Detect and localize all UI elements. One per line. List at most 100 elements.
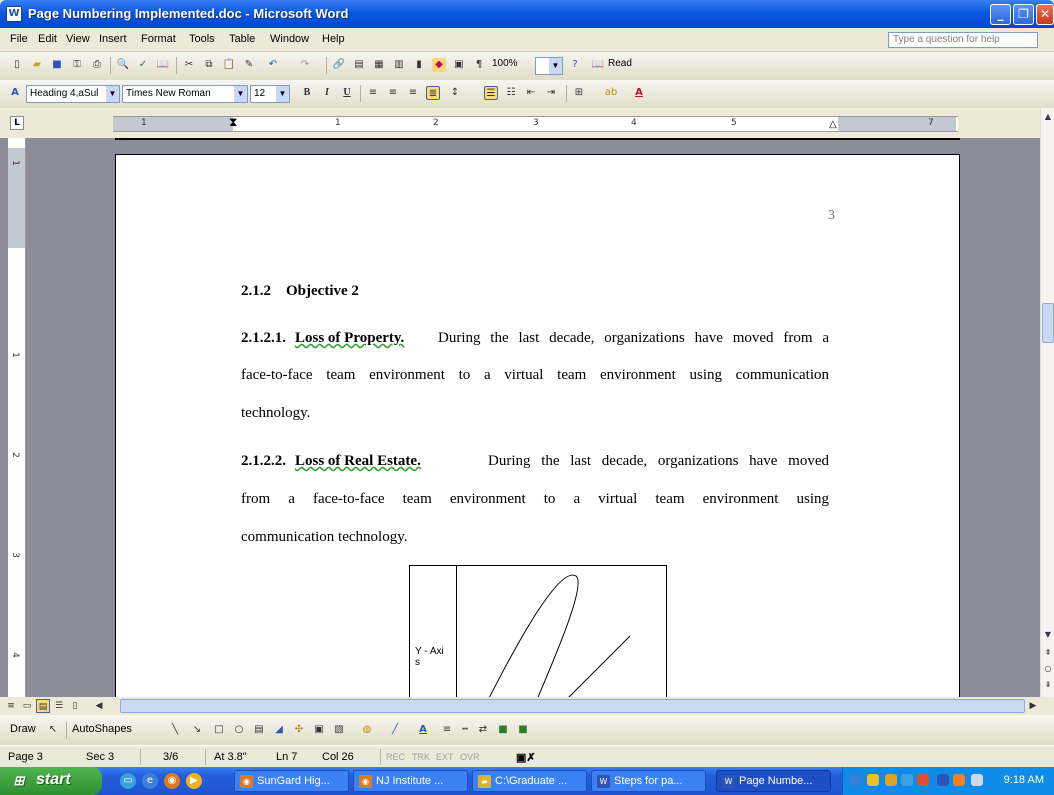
font-color-icon[interactable]: A [416, 723, 430, 737]
status-ext[interactable]: EXT [436, 752, 454, 762]
decrease-indent-icon[interactable]: ⇤ [524, 86, 538, 100]
menu-help[interactable]: Help [322, 33, 345, 45]
hyperlink-icon[interactable]: 🔗 [332, 58, 346, 72]
taskbar-item[interactable]: ▰ C:\Graduate ... [472, 770, 587, 792]
menu-insert[interactable]: Insert [99, 33, 127, 45]
document-page[interactable]: 3 2.1.2 Objective 2 2.1.2.1. Loss of Pro… [115, 154, 960, 697]
highlight-icon[interactable]: ab [604, 86, 618, 100]
network-icon[interactable] [901, 774, 913, 786]
reading-layout-icon[interactable]: ▯ [68, 699, 82, 713]
new-document-icon[interactable]: ▯ [10, 58, 24, 72]
menu-window[interactable]: Window [270, 33, 309, 45]
print-icon[interactable]: ⎙ [90, 58, 104, 72]
minimize-button[interactable]: _ [990, 4, 1011, 25]
insert-table-icon[interactable]: ▦ [372, 58, 386, 72]
browse-object-icon[interactable]: ○ [1042, 662, 1054, 676]
copy-icon[interactable]: ⧉ [202, 58, 216, 72]
open-folder-icon[interactable]: ▰ [30, 58, 44, 72]
embedded-chart[interactable]: Y - Axi s [409, 565, 667, 697]
research-icon[interactable]: 📖 [156, 58, 170, 72]
web-layout-icon[interactable]: ▭ [20, 699, 34, 713]
next-page-icon[interactable]: ⇟ [1042, 678, 1054, 692]
wordart-icon[interactable]: ◢ [272, 723, 286, 737]
align-right-icon[interactable]: ≡ [406, 86, 420, 100]
tables-borders-icon[interactable]: ▤ [352, 58, 366, 72]
display-icon[interactable] [971, 774, 983, 786]
previous-page-icon[interactable]: ⇞ [1042, 646, 1054, 660]
menu-edit[interactable]: Edit [38, 33, 57, 45]
close-button[interactable]: ✕ [1036, 4, 1054, 25]
status-trk[interactable]: TRK [412, 752, 430, 762]
menu-tools[interactable]: Tools [189, 33, 215, 45]
antivirus-icon[interactable] [885, 774, 897, 786]
tray-collapse-icon[interactable] [849, 774, 861, 786]
phone-icon[interactable] [937, 774, 949, 786]
fill-color-icon[interactable]: ◍ [360, 723, 374, 737]
font-combo[interactable]: Times New Roman ▼ [122, 85, 248, 103]
zoom-combo[interactable]: ▼ [535, 57, 563, 75]
permission-icon[interactable]: ⚿ [70, 58, 84, 72]
title-bar[interactable]: W Page Numbering Implemented.doc - Micro… [0, 0, 1054, 28]
spelling-status-icon[interactable]: ▣✗ [516, 751, 536, 764]
undo-icon[interactable]: ↶ [266, 58, 280, 72]
shadow-style-icon[interactable]: ■ [496, 723, 510, 737]
italic-button[interactable]: I [320, 86, 334, 100]
menu-table[interactable]: Table [229, 33, 255, 45]
style-combo[interactable]: Heading 4,aSul ▼ [26, 85, 120, 103]
vertical-scrollbar[interactable]: ▲ ▼ ⇞ ○ ⇟ [1040, 108, 1054, 697]
messenger-icon[interactable] [917, 774, 929, 786]
redo-icon[interactable]: ↷ [298, 58, 312, 72]
scroll-up-icon[interactable]: ▲ [1042, 110, 1054, 124]
cut-icon[interactable]: ✂ [182, 58, 196, 72]
taskbar-item[interactable]: ◉ SunGard Hig... [234, 770, 349, 792]
drawing-icon[interactable]: ◆ [432, 58, 446, 72]
styles-pane-icon[interactable]: A [8, 86, 22, 100]
scroll-down-icon[interactable]: ▼ [1042, 628, 1054, 642]
line-spacing-icon[interactable]: ↕ [448, 86, 462, 100]
show-desktop-icon[interactable]: ▭ [120, 773, 136, 789]
autoshapes-menu-button[interactable]: AutoShapes [72, 723, 132, 735]
scroll-thumb[interactable] [1042, 303, 1054, 343]
diagram-icon[interactable]: ✣ [292, 723, 306, 737]
media-player-icon[interactable]: ▶ [186, 773, 202, 789]
help-search-input[interactable]: Type a question for help [888, 32, 1038, 48]
right-indent-marker-icon[interactable]: △ [829, 119, 837, 130]
indent-marker-icon[interactable]: ⧗ [229, 115, 237, 130]
document-map-icon[interactable]: ▣ [452, 58, 466, 72]
start-button[interactable]: ⊞ start [0, 767, 102, 795]
line-color-icon[interactable]: ╱ [388, 723, 402, 737]
print-preview-icon[interactable]: 🔍 [116, 58, 130, 72]
bullets-icon[interactable]: ☷ [504, 86, 518, 100]
numbering-icon[interactable]: ☰ [484, 86, 498, 100]
restore-button[interactable]: ❐ [1013, 4, 1034, 25]
arrow-style-icon[interactable]: ⇄ [476, 723, 490, 737]
normal-view-icon[interactable]: ≡ [4, 699, 18, 713]
taskbar-item[interactable]: W Steps for pa... [591, 770, 706, 792]
vertical-ruler[interactable]: 1 1 2 3 4 [8, 138, 26, 697]
tab-selector-icon[interactable]: L [10, 116, 24, 130]
save-icon[interactable]: ■ [50, 58, 64, 72]
borders-icon[interactable]: ⊞ [572, 86, 586, 100]
horizontal-ruler[interactable]: 1 1 2 3 4 5 7 ⧗ △ [113, 115, 958, 132]
spelling-icon[interactable]: ✓ [136, 58, 150, 72]
draw-menu-button[interactable]: Draw [10, 723, 36, 735]
font-color-icon[interactable]: A [632, 86, 646, 100]
dash-style-icon[interactable]: ┅ [458, 723, 472, 737]
help-icon[interactable]: ? [568, 58, 582, 72]
underline-button[interactable]: U [340, 86, 354, 100]
align-center-icon[interactable]: ≡ [386, 86, 400, 100]
status-rec[interactable]: REC [386, 752, 405, 762]
update-icon[interactable] [953, 774, 965, 786]
security-shield-icon[interactable] [867, 774, 879, 786]
insert-excel-icon[interactable]: ▥ [392, 58, 406, 72]
paste-icon[interactable]: 📋 [222, 58, 236, 72]
oval-icon[interactable]: ○ [232, 723, 246, 737]
arrow-icon[interactable]: ↘ [190, 723, 204, 737]
firefox-icon[interactable]: ◉ [164, 773, 180, 789]
taskbar-item[interactable]: ◉ NJ Institute ... [353, 770, 468, 792]
insert-picture-icon[interactable]: ▧ [332, 723, 346, 737]
text-box-icon[interactable]: ▤ [252, 723, 266, 737]
menu-view[interactable]: View [66, 33, 90, 45]
align-left-icon[interactable]: ≡ [366, 86, 380, 100]
line-icon[interactable]: ╲ [168, 723, 182, 737]
